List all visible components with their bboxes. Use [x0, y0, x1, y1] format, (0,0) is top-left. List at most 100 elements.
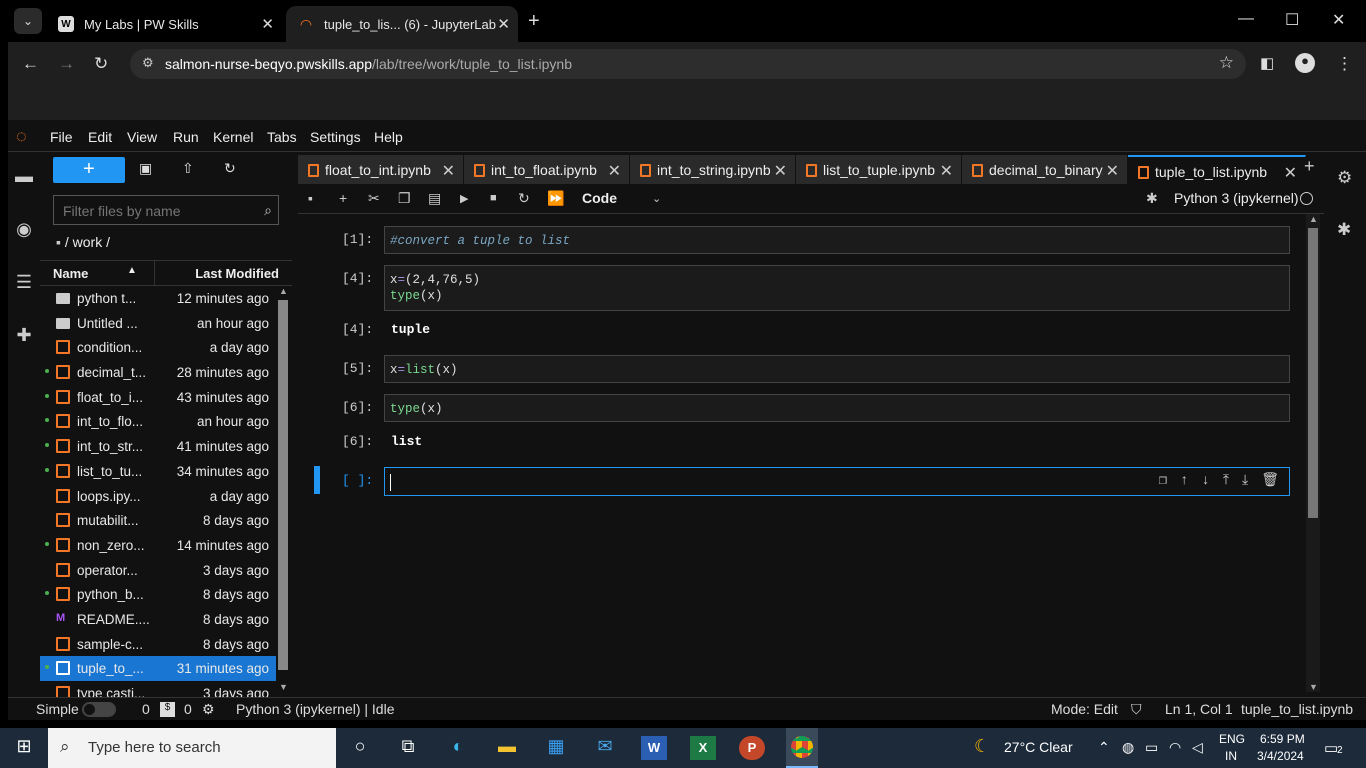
file-row[interactable]: M README.... 8 days ago [40, 607, 276, 632]
extensions-icon[interactable]: ✚ [14, 325, 34, 345]
clock-date[interactable]: 3/4/2024 [1257, 749, 1304, 763]
file-row[interactable]: float_to_i... 43 minutes ago [40, 385, 276, 410]
code-cell[interactable]: type(x) [384, 394, 1290, 422]
insert-above-icon[interactable]: ⤒ [1223, 473, 1229, 489]
file-row[interactable]: sample-c... 8 days ago [40, 632, 276, 657]
file-row[interactable]: int_to_flo... an hour ago [40, 409, 276, 434]
scroll-up-icon[interactable]: ▲ [279, 286, 288, 296]
wifi-icon[interactable]: ◠ [1169, 739, 1181, 756]
notebook-tab[interactable]: tuple_to_list.ipynb ✕ [1128, 155, 1306, 185]
menu-file[interactable]: File [50, 129, 73, 145]
menu-tabs[interactable]: Tabs [267, 129, 297, 145]
address-bar[interactable]: ⚙ salmon-nurse-beqyo.pwskills.app/lab/tr… [130, 49, 1246, 79]
cut-icon[interactable]: ✂ [368, 190, 380, 207]
weather-text[interactable]: 27°C Clear [1004, 739, 1073, 755]
file-row[interactable]: mutabilit... 8 days ago [40, 508, 276, 533]
close-tab-icon[interactable]: ✕ [261, 15, 274, 33]
notebook-tab[interactable]: int_to_string.ipynb ✕ [630, 155, 796, 185]
close-icon[interactable]: ✕ [608, 161, 621, 181]
file-row[interactable]: tuple_to_... 31 minutes ago [40, 656, 276, 681]
browser-menu-icon[interactable]: ⋮ [1336, 54, 1353, 74]
move-down-icon[interactable]: ↓ [1201, 473, 1209, 489]
tray-chevron-icon[interactable]: ⌃ [1098, 739, 1110, 756]
paste-icon[interactable]: ▤ [428, 190, 441, 207]
chevron-down-icon[interactable]: ⌄ [652, 192, 661, 205]
table-of-contents-icon[interactable]: ☰ [14, 272, 34, 292]
cortana-icon[interactable]: ○ [347, 736, 373, 760]
upload-icon[interactable]: ⇧ [182, 160, 194, 177]
file-row[interactable]: Untitled ... an hour ago [40, 311, 276, 336]
close-tab-icon[interactable]: ✕ [497, 15, 510, 33]
side-panel-icon[interactable]: ◧ [1260, 54, 1274, 72]
mail-icon[interactable]: ✉ [592, 736, 618, 760]
run-all-icon[interactable]: ⏩ [547, 190, 564, 207]
file-row[interactable]: decimal_t... 28 minutes ago [40, 360, 276, 385]
insert-cell-icon[interactable]: + [339, 190, 347, 206]
file-row[interactable]: condition... a day ago [40, 335, 276, 360]
browser-tab-jupyter[interactable]: ◠ tuple_to_lis... (6) - JupyterLab ✕ [286, 6, 518, 42]
new-tab-button[interactable]: + [528, 10, 540, 33]
cell-type-select[interactable]: Code [582, 190, 617, 206]
new-launcher-button[interactable]: + [53, 157, 125, 183]
new-folder-icon[interactable]: ▣ [139, 160, 152, 177]
site-info-icon[interactable]: ⚙ [142, 55, 154, 71]
file-row[interactable]: non_zero... 14 minutes ago [40, 533, 276, 558]
file-filter-field[interactable]: ⌕ [53, 195, 279, 226]
scroll-up-icon[interactable]: ▲ [1309, 214, 1318, 224]
file-row[interactable]: python_b... 8 days ago [40, 582, 276, 607]
file-row[interactable]: operator... 3 days ago [40, 558, 276, 583]
new-notebook-tab-icon[interactable]: + [1304, 156, 1315, 177]
cursor-position[interactable]: Ln 1, Col 1 [1165, 701, 1233, 717]
menu-help[interactable]: Help [374, 129, 403, 145]
insert-below-icon[interactable]: ⤓ [1242, 473, 1248, 489]
trusted-shield-icon[interactable]: ⛉ [1131, 701, 1142, 718]
simple-mode-toggle[interactable] [82, 702, 116, 717]
scrollbar-thumb[interactable] [1308, 228, 1318, 518]
file-row[interactable]: python t... 12 minutes ago [40, 286, 276, 311]
kernel-gear-icon[interactable]: ⚙ [202, 701, 215, 718]
input-language[interactable]: ENG [1219, 732, 1245, 746]
active-code-cell[interactable]: ❐ ↑ ↓ ⤒ ⤓ 🗑 [384, 467, 1290, 496]
column-last-modified[interactable]: Last Modified [195, 266, 279, 281]
input-region[interactable]: IN [1225, 749, 1237, 763]
file-row[interactable]: list_to_tu... 34 minutes ago [40, 459, 276, 484]
running-kernels-icon[interactable]: ◉ [14, 219, 34, 239]
debugger-icon[interactable]: ✱ [1146, 190, 1158, 207]
close-icon[interactable]: ✕ [442, 161, 455, 181]
notebook-tab[interactable]: list_to_tuple.ipynb ✕ [796, 155, 962, 185]
kernel-status[interactable]: Python 3 (ipykernel) | Idle [236, 701, 395, 717]
duplicate-cell-icon[interactable]: ❐ [1159, 473, 1167, 489]
taskbar-search[interactable]: ⌕ Type here to search [48, 728, 336, 768]
menu-settings[interactable]: Settings [310, 129, 361, 145]
notebook-scrollbar[interactable]: ▲ ▼ [1306, 214, 1320, 692]
minimize-icon[interactable]: — [1238, 10, 1254, 28]
close-icon[interactable]: ✕ [1106, 161, 1119, 181]
bookmark-star-icon[interactable]: ☆ [1219, 53, 1234, 73]
close-icon[interactable]: ✕ [774, 161, 787, 181]
browser-tab-mylabs[interactable]: W My Labs | PW Skills ✕ [46, 6, 282, 42]
close-icon[interactable]: ✕ [940, 161, 953, 181]
delete-cell-icon[interactable]: 🗑 [1261, 473, 1279, 489]
save-icon[interactable]: ▪ [308, 190, 313, 206]
maximize-icon[interactable]: ☐ [1285, 10, 1299, 30]
word-icon[interactable]: W [641, 736, 667, 760]
excel-icon[interactable]: X [690, 736, 716, 760]
breadcrumb-path[interactable]: / work / [65, 234, 110, 250]
menu-kernel[interactable]: Kernel [213, 129, 253, 145]
scroll-down-icon[interactable]: ▼ [1309, 682, 1318, 692]
meet-now-icon[interactable]: ◍ [1122, 739, 1134, 756]
terminal-icon[interactable]: $ [160, 702, 175, 717]
scrollbar-thumb[interactable] [278, 300, 288, 670]
file-row[interactable]: int_to_str... 41 minutes ago [40, 434, 276, 459]
file-list-scrollbar[interactable]: ▲ ▼ [276, 286, 290, 692]
back-icon[interactable]: ← [22, 54, 39, 74]
battery-icon[interactable]: ▭ [1145, 739, 1158, 756]
code-cell[interactable]: x=list(x) [384, 355, 1290, 383]
powerpoint-icon[interactable]: P [739, 736, 765, 760]
run-icon[interactable]: ▶ [460, 192, 468, 205]
notebook-tab[interactable]: int_to_float.ipynb ✕ [464, 155, 630, 185]
code-cell[interactable]: x=(2,4,76,5) type(x) [384, 265, 1290, 311]
kernel-name[interactable]: Python 3 (ipykernel) [1174, 190, 1299, 206]
scroll-down-icon[interactable]: ▼ [279, 682, 288, 692]
column-name[interactable]: Name [53, 266, 88, 281]
